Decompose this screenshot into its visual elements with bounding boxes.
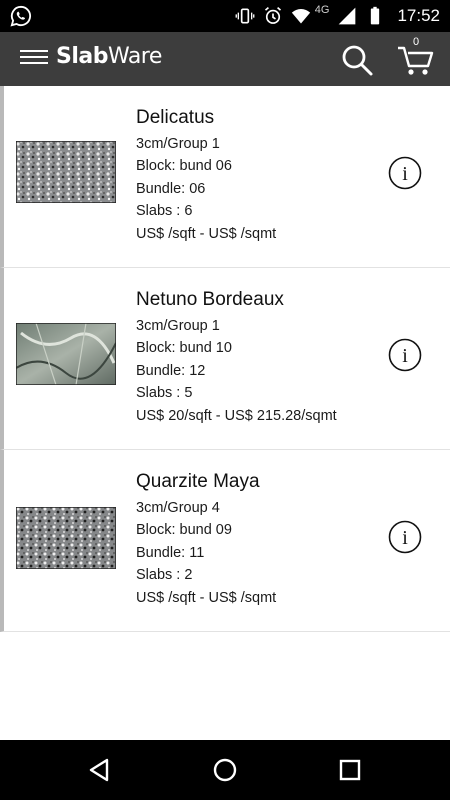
product-slabs: Slabs : 6 [136,203,193,219]
list-item[interactable]: Netuno Bordeaux 3cm/Group 1 Block: bund … [0,268,450,450]
network-type-label: 4G [314,4,330,16]
home-icon[interactable] [211,756,239,784]
product-price: US$ 20/sqft - US$ 215.28/sqmt [136,408,337,424]
hamburger-menu-icon[interactable] [20,50,48,68]
slab-thumbnail [16,507,116,569]
cart-count-badge: 0 [413,36,420,48]
svg-text:i: i [402,163,408,185]
recents-icon[interactable] [336,756,364,784]
whatsapp-icon [10,5,32,27]
slab-thumbnail [16,141,116,203]
product-price: US$ /sqft - US$ /sqmt [136,590,277,606]
product-thickness-group: 3cm/Group 4 [136,500,220,516]
product-bundle: Bundle: 06 [136,181,206,197]
brand-bold: Slab [56,44,108,69]
svg-text:i: i [402,527,408,549]
list-item[interactable]: Delicatus 3cm/Group 1 Block: bund 06 Bun… [0,86,450,268]
product-price: US$ /sqft - US$ /sqmt [136,226,277,242]
product-list: Delicatus 3cm/Group 1 Block: bund 06 Bun… [0,86,450,632]
clock: 17:52 [397,6,440,25]
product-block: Block: bund 06 [136,158,232,174]
info-icon[interactable]: i [388,520,422,554]
product-name: Netuno Bordeaux [136,289,284,310]
info-icon[interactable]: i [388,338,422,372]
product-thickness-group: 3cm/Group 1 [136,318,220,334]
product-thickness-group: 3cm/Group 1 [136,136,220,152]
system-nav-bar [0,740,450,800]
list-item[interactable]: Quarzite Maya 3cm/Group 4 Block: bund 09… [0,450,450,632]
back-icon[interactable] [86,756,114,784]
status-bar: 4G 17:52 [0,0,450,32]
product-bundle: Bundle: 12 [136,363,206,379]
product-block: Block: bund 10 [136,340,232,356]
app-brand: SlabWare [56,44,162,69]
signal-icon [339,7,356,25]
battery-icon [371,6,380,25]
slab-thumbnail [16,323,116,385]
product-block: Block: bund 09 [136,522,232,538]
search-icon[interactable] [340,43,374,77]
wifi-icon [291,9,310,24]
svg-text:i: i [402,345,408,367]
brand-light: Ware [107,44,162,69]
app-bar: SlabWare 0 [0,32,450,86]
product-name: Delicatus [136,107,215,128]
product-slabs: Slabs : 2 [136,567,193,583]
vibrate-icon [235,8,255,24]
product-bundle: Bundle: 11 [136,545,205,561]
info-icon[interactable]: i [388,156,422,190]
alarm-icon [264,7,281,24]
product-slabs: Slabs : 5 [136,385,193,401]
product-name: Quarzite Maya [136,471,260,492]
